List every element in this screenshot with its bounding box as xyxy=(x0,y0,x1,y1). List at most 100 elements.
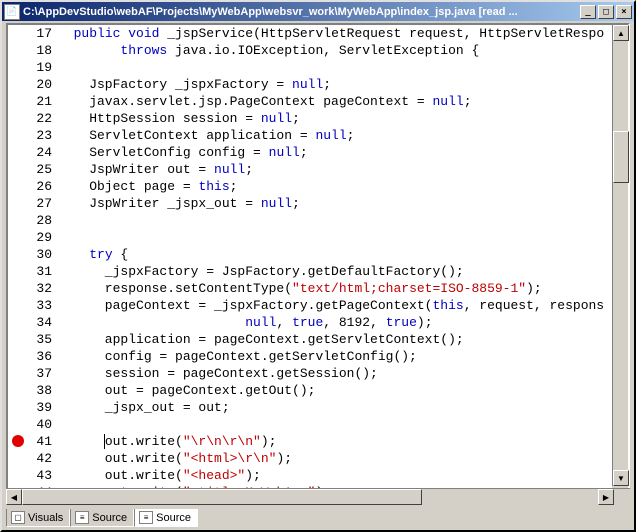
minimize-button[interactable]: _ xyxy=(580,5,596,19)
line-number: 18 xyxy=(28,42,52,59)
breakpoint-slot[interactable] xyxy=(8,452,28,469)
code-line[interactable]: session = pageContext.getSession(); xyxy=(58,365,612,382)
tab-visuals[interactable]: ▢ Visuals xyxy=(6,509,70,527)
code-line[interactable]: Object page = this; xyxy=(58,178,612,195)
scroll-right-button[interactable]: ▶ xyxy=(598,489,614,505)
scroll-down-button[interactable]: ▼ xyxy=(613,470,629,486)
breakpoint-slot[interactable] xyxy=(8,263,28,280)
breakpoint-slot[interactable] xyxy=(8,212,28,229)
code-line[interactable]: HttpSession session = null; xyxy=(58,110,612,127)
breakpoint-slot[interactable] xyxy=(8,416,28,433)
breakpoint-slot[interactable] xyxy=(8,195,28,212)
tab-label: Source xyxy=(156,512,191,524)
breakpoint-slot[interactable] xyxy=(8,399,28,416)
line-number: 17 xyxy=(28,25,52,42)
code-line[interactable]: out.write("<html>\r\n"); xyxy=(58,450,612,467)
code-line[interactable]: _jspxFactory = JspFactory.getDefaultFact… xyxy=(58,263,612,280)
vertical-scroll-thumb[interactable] xyxy=(613,131,629,183)
line-number: 27 xyxy=(28,195,52,212)
code-line[interactable]: public void _jspService(HttpServletReque… xyxy=(58,25,612,42)
line-number: 32 xyxy=(28,280,52,297)
line-number: 21 xyxy=(28,93,52,110)
breakpoint-slot[interactable] xyxy=(8,435,28,452)
code-line[interactable]: _jspx_out = out; xyxy=(58,399,612,416)
code-line[interactable]: JspWriter out = null; xyxy=(58,161,612,178)
code-line[interactable]: JspFactory _jspxFactory = null; xyxy=(58,76,612,93)
tab-source-2[interactable]: ≡ Source xyxy=(134,509,198,527)
breakpoint-gutter[interactable] xyxy=(8,25,28,502)
titlebar[interactable]: 📄 C:\AppDevStudio\webAF\Projects\MyWebAp… xyxy=(2,2,634,21)
code-line[interactable]: out.write("\r\n\r\n"); xyxy=(58,433,612,450)
line-number: 39 xyxy=(28,399,52,416)
breakpoint-slot[interactable] xyxy=(8,280,28,297)
breakpoint-slot[interactable] xyxy=(8,127,28,144)
code-line[interactable]: JspWriter _jspx_out = null; xyxy=(58,195,612,212)
breakpoint-slot[interactable] xyxy=(8,42,28,59)
breakpoint-slot[interactable] xyxy=(8,144,28,161)
breakpoint-slot[interactable] xyxy=(8,314,28,331)
horizontal-scrollbar[interactable]: ◀ ▶ xyxy=(6,488,630,504)
breakpoint-slot[interactable] xyxy=(8,348,28,365)
code-line[interactable]: try { xyxy=(58,246,612,263)
code-line[interactable]: response.setContentType("text/html;chars… xyxy=(58,280,612,297)
breakpoint-slot[interactable] xyxy=(8,76,28,93)
line-number: 34 xyxy=(28,314,52,331)
code-line[interactable]: config = pageContext.getServletConfig(); xyxy=(58,348,612,365)
maximize-button[interactable]: □ xyxy=(598,5,614,19)
breakpoint-slot[interactable] xyxy=(8,246,28,263)
code-line[interactable] xyxy=(58,59,612,76)
breakpoint-slot[interactable] xyxy=(8,297,28,314)
breakpoint-slot[interactable] xyxy=(8,469,28,486)
line-number: 19 xyxy=(28,59,52,76)
code-editor[interactable]: 1718192021222324252627282930313233343536… xyxy=(8,25,612,502)
breakpoint-slot[interactable] xyxy=(8,365,28,382)
code-line[interactable]: out.write("<head>"); xyxy=(58,467,612,484)
bottom-tabbar: ▢ Visuals ≡ Source ≡ Source xyxy=(4,508,632,528)
line-number: 41 xyxy=(28,433,52,450)
vertical-scrollbar[interactable]: ▲ ▼ xyxy=(612,25,628,502)
code-line[interactable] xyxy=(58,416,612,433)
line-number: 29 xyxy=(28,229,52,246)
breakpoint-slot[interactable] xyxy=(8,178,28,195)
editor-area: 1718192021222324252627282930313233343536… xyxy=(4,21,632,506)
line-number: 42 xyxy=(28,450,52,467)
code-line[interactable]: ServletContext application = null; xyxy=(58,127,612,144)
line-number: 23 xyxy=(28,127,52,144)
breakpoint-slot[interactable] xyxy=(8,59,28,76)
code-line[interactable] xyxy=(58,212,612,229)
breakpoint-slot[interactable] xyxy=(8,331,28,348)
breakpoint-slot[interactable] xyxy=(8,382,28,399)
code-line[interactable]: pageContext = _jspxFactory.getPageContex… xyxy=(58,297,612,314)
code-line[interactable]: ServletConfig config = null; xyxy=(58,144,612,161)
breakpoint-slot[interactable] xyxy=(8,93,28,110)
tab-source[interactable]: ≡ Source xyxy=(70,509,134,527)
line-number: 31 xyxy=(28,263,52,280)
source-code[interactable]: public void _jspService(HttpServletReque… xyxy=(58,25,612,502)
line-number: 40 xyxy=(28,416,52,433)
code-line[interactable]: throws java.io.IOException, ServletExcep… xyxy=(58,42,612,59)
breakpoint-slot[interactable] xyxy=(8,25,28,42)
line-number-gutter: 1718192021222324252627282930313233343536… xyxy=(28,25,58,502)
code-line[interactable]: out = pageContext.getOut(); xyxy=(58,382,612,399)
scroll-up-button[interactable]: ▲ xyxy=(613,25,629,41)
source-icon: ≡ xyxy=(75,511,89,524)
breakpoint-slot[interactable] xyxy=(8,110,28,127)
source-icon: ≡ xyxy=(139,511,153,524)
line-number: 43 xyxy=(28,467,52,484)
app-icon: 📄 xyxy=(4,4,20,20)
line-number: 30 xyxy=(28,246,52,263)
code-line[interactable] xyxy=(58,229,612,246)
code-line[interactable]: javax.servlet.jsp.PageContext pageContex… xyxy=(58,93,612,110)
line-number: 20 xyxy=(28,76,52,93)
line-number: 28 xyxy=(28,212,52,229)
breakpoint-icon[interactable] xyxy=(12,435,24,447)
breakpoint-slot[interactable] xyxy=(8,161,28,178)
breakpoint-slot[interactable] xyxy=(8,229,28,246)
horizontal-scroll-thumb[interactable] xyxy=(22,489,422,505)
code-line[interactable]: application = pageContext.getServletCont… xyxy=(58,331,612,348)
line-number: 36 xyxy=(28,348,52,365)
line-number: 38 xyxy=(28,382,52,399)
close-button[interactable]: × xyxy=(616,5,632,19)
code-line[interactable]: null, true, 8192, true); xyxy=(58,314,612,331)
scroll-left-button[interactable]: ◀ xyxy=(6,489,22,505)
